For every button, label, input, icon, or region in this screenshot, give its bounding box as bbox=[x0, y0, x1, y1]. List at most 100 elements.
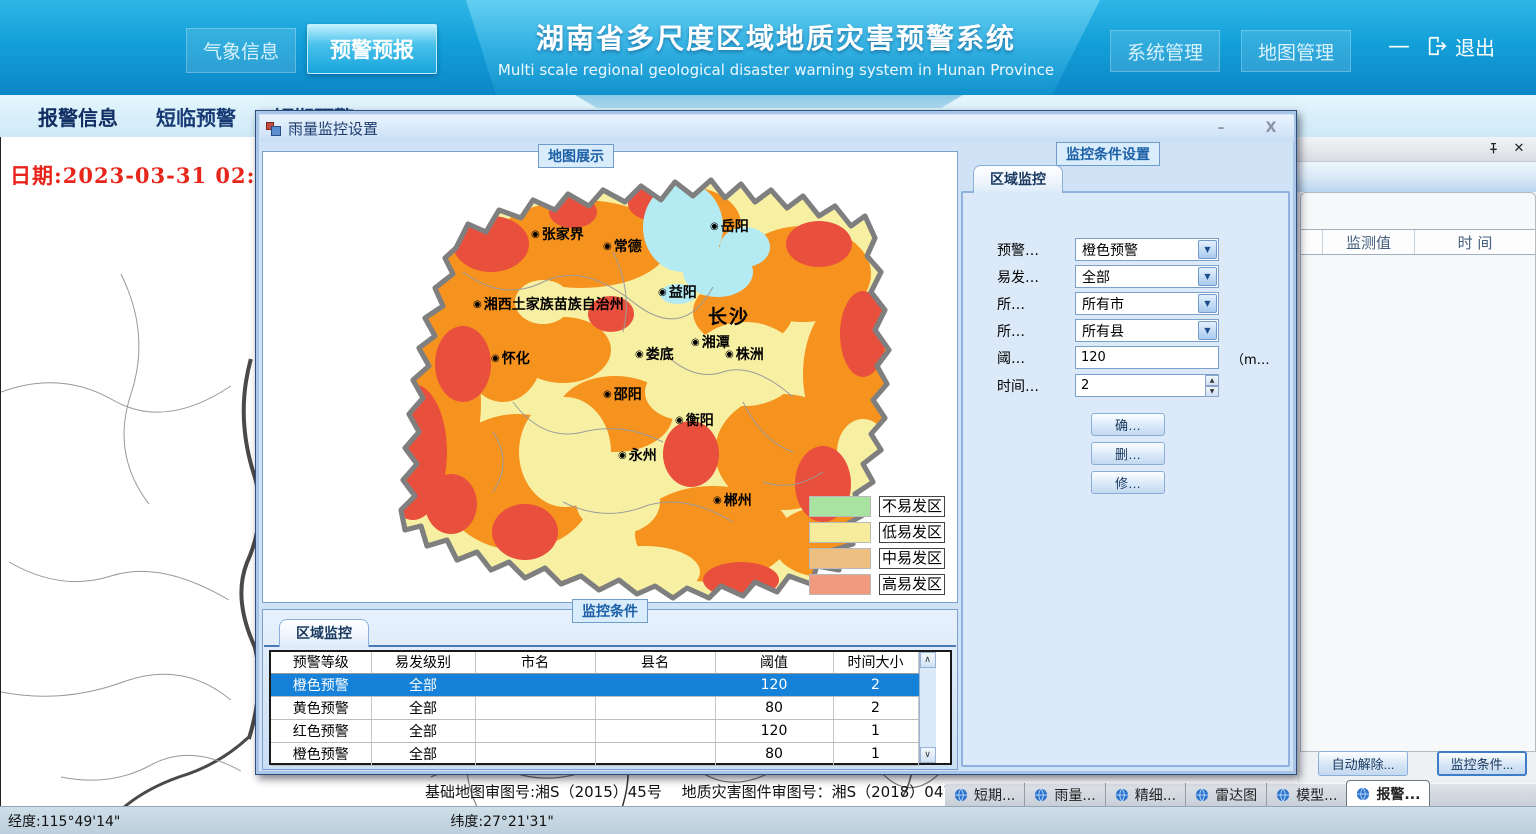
dialog-minimize-button[interactable]: – bbox=[1208, 118, 1234, 138]
chevron-down-icon[interactable]: ▼ bbox=[1198, 267, 1217, 286]
warning-level-label: 预警… bbox=[997, 240, 1039, 260]
col-county: 县名 bbox=[595, 652, 715, 673]
duration-spinner[interactable]: ▲▼ bbox=[1205, 375, 1219, 396]
subnav-item-nowcast[interactable]: 短临预警 bbox=[156, 102, 236, 131]
susceptibility-select[interactable]: 全部 ▼ bbox=[1075, 265, 1219, 288]
table-row[interactable]: 黄色预警全部802 bbox=[271, 696, 918, 719]
window-minimize-button[interactable]: — bbox=[1383, 30, 1415, 62]
bottom-tab-fine[interactable]: 精细... bbox=[1105, 783, 1185, 806]
bottom-tab-radar[interactable]: 雷达图 bbox=[1185, 783, 1266, 806]
city-marker-icon: ◉ bbox=[635, 349, 644, 360]
warning-level-select[interactable]: 橙色预警 ▼ bbox=[1075, 238, 1219, 261]
city-marker-icon: ◉ bbox=[710, 221, 719, 232]
bottom-tab-label: 报警... bbox=[1376, 784, 1420, 804]
col-city: 市名 bbox=[475, 652, 595, 673]
bottom-tab-label: 精细... bbox=[1135, 785, 1176, 805]
legend-row: 高易发区 bbox=[809, 574, 945, 595]
nav-tab-system[interactable]: 系统管理 bbox=[1110, 30, 1220, 72]
form-row-duration: 时间… ▲▼ bbox=[963, 374, 1292, 396]
scroll-up-icon[interactable]: ∧ bbox=[920, 652, 936, 668]
dialog-close-button[interactable]: X bbox=[1258, 118, 1284, 138]
legend-row: 不易发区 bbox=[809, 496, 945, 517]
spin-up-icon[interactable]: ▲ bbox=[1205, 375, 1219, 386]
monitor-condition-button[interactable]: 监控条件... bbox=[1437, 751, 1527, 776]
subnav-item-alarm[interactable]: 报警信息 bbox=[38, 102, 118, 131]
settings-tab-region[interactable]: 区域监控 bbox=[973, 165, 1063, 193]
duration-input[interactable] bbox=[1075, 374, 1219, 397]
bottom-tab-alarm[interactable]: 报警... bbox=[1346, 780, 1430, 806]
legend-swatch bbox=[809, 548, 871, 569]
map-license-label: 基础地图审图号:湘S（2015）45号 地质灾害图件审图号：湘S（2018）04… bbox=[425, 781, 968, 802]
modify-button[interactable]: 修… bbox=[1091, 471, 1165, 494]
exit-label: 退出 bbox=[1455, 32, 1495, 61]
dock-col-hidden bbox=[1301, 230, 1323, 254]
monitor-group-label: 监控条件 bbox=[572, 599, 648, 623]
city-marker-icon: ◉ bbox=[725, 349, 734, 360]
bottom-tab-label: 模型... bbox=[1296, 785, 1337, 805]
confirm-button[interactable]: 确… bbox=[1091, 413, 1165, 436]
city-label: ◉郴州 bbox=[713, 490, 752, 510]
chevron-down-icon[interactable]: ▼ bbox=[1198, 294, 1217, 313]
city-label: ◉岳阳 bbox=[710, 216, 749, 236]
city-select[interactable]: 所有市 ▼ bbox=[1075, 292, 1219, 315]
globe-icon bbox=[1115, 788, 1129, 802]
dialog-title: 雨量监控设置 bbox=[288, 118, 378, 139]
globe-icon bbox=[1195, 788, 1209, 802]
table-row[interactable]: 橙色预警全部801 bbox=[271, 742, 918, 765]
duration-label: 时间… bbox=[997, 376, 1039, 396]
chevron-down-icon[interactable]: ▼ bbox=[1198, 321, 1217, 340]
form-row-city: 所… 所有市 ▼ bbox=[963, 292, 1292, 314]
city-label: ◉永州 bbox=[618, 445, 657, 465]
nav-tab-warning[interactable]: 预警预报 bbox=[307, 24, 437, 74]
table-row[interactable]: 橙色预警全部1202 bbox=[271, 673, 918, 696]
dialog-titlebar[interactable]: 雨量监控设置 – X bbox=[260, 115, 1294, 142]
alarm-dock-panel: ✕ 监测值 时 间 自动解除... 监控条件... bbox=[1297, 137, 1536, 806]
bottom-tab-model[interactable]: 模型... bbox=[1266, 783, 1346, 806]
form-row-threshold: 阈… （m… bbox=[963, 346, 1292, 368]
city-label: ◉衡阳 bbox=[675, 410, 714, 430]
table-scrollbar[interactable]: ∧ ∨ bbox=[919, 652, 936, 763]
bottom-tab-rainfall[interactable]: 雨量... bbox=[1024, 783, 1104, 806]
scroll-down-icon[interactable]: ∨ bbox=[920, 747, 936, 763]
bottom-tab-shortterm[interactable]: 短期... bbox=[945, 783, 1024, 806]
city-marker-icon: ◉ bbox=[473, 299, 482, 310]
city-marker-icon: ◉ bbox=[713, 495, 722, 506]
close-icon[interactable]: ✕ bbox=[1512, 142, 1526, 156]
app-title-panel: 湖南省多尺度区域地质灾害预警系统 Multi scale regional ge… bbox=[452, 0, 1100, 95]
settings-panel: 预警… 橙色预警 ▼ 易发… 全部 ▼ 所… 所有市 bbox=[961, 191, 1290, 767]
form-row-warning: 预警… 橙色预警 ▼ bbox=[963, 238, 1292, 260]
spin-down-icon[interactable]: ▼ bbox=[1205, 386, 1219, 397]
col-susceptibility: 易发级别 bbox=[371, 652, 475, 673]
dock-titlebar: ✕ bbox=[1297, 137, 1536, 162]
nav-tab-weather[interactable]: 气象信息 bbox=[186, 28, 296, 73]
form-row-county: 所… 所有县 ▼ bbox=[963, 319, 1292, 341]
threshold-input[interactable] bbox=[1075, 346, 1219, 369]
current-date-label: 日期:2023-03-31 02:02 bbox=[10, 160, 287, 190]
exit-button[interactable]: 退出 bbox=[1426, 28, 1495, 64]
city-label: 长沙 bbox=[708, 302, 750, 329]
globe-icon bbox=[1276, 788, 1290, 802]
threshold-label: 阈… bbox=[997, 348, 1025, 368]
settings-group-label: 监控条件设置 bbox=[1056, 142, 1160, 166]
chevron-down-icon[interactable]: ▼ bbox=[1198, 240, 1217, 259]
table-header-row: 预警等级 易发级别 市名 县名 阈值 时间大小 bbox=[271, 652, 918, 673]
bottom-tab-label: 短期... bbox=[974, 785, 1015, 805]
risk-legend: 不易发区 低易发区 中易发区 高易发区 bbox=[809, 496, 945, 600]
pin-icon[interactable] bbox=[1486, 142, 1500, 156]
map-display-group: ◉张家界 ◉常德 ◉岳阳 ◉益阳 长沙 ◉湘西土家族苗族自治州 ◉娄底 ◉湘潭 … bbox=[262, 151, 958, 603]
monitor-table: 预警等级 易发级别 市名 县名 阈值 时间大小 橙色预警全部1202 bbox=[269, 650, 952, 765]
nav-tab-mapmgmt[interactable]: 地图管理 bbox=[1241, 30, 1351, 72]
app-header: 湖南省多尺度区域地质灾害预警系统 Multi scale regional ge… bbox=[0, 0, 1536, 95]
legend-swatch bbox=[809, 496, 871, 517]
col-duration: 时间大小 bbox=[833, 652, 918, 673]
delete-button[interactable]: 删… bbox=[1091, 442, 1165, 465]
county-select[interactable]: 所有县 ▼ bbox=[1075, 319, 1219, 342]
city-marker-icon: ◉ bbox=[603, 241, 612, 252]
legend-swatch bbox=[809, 522, 871, 543]
monitor-tab-region[interactable]: 区域监控 bbox=[279, 619, 369, 647]
city-label: ◉张家界 bbox=[531, 224, 584, 244]
city-label: ◉常德 bbox=[603, 236, 642, 256]
table-row[interactable]: 红色预警全部1201 bbox=[271, 719, 918, 742]
auto-release-button[interactable]: 自动解除... bbox=[1318, 751, 1408, 776]
globe-icon bbox=[1034, 788, 1048, 802]
